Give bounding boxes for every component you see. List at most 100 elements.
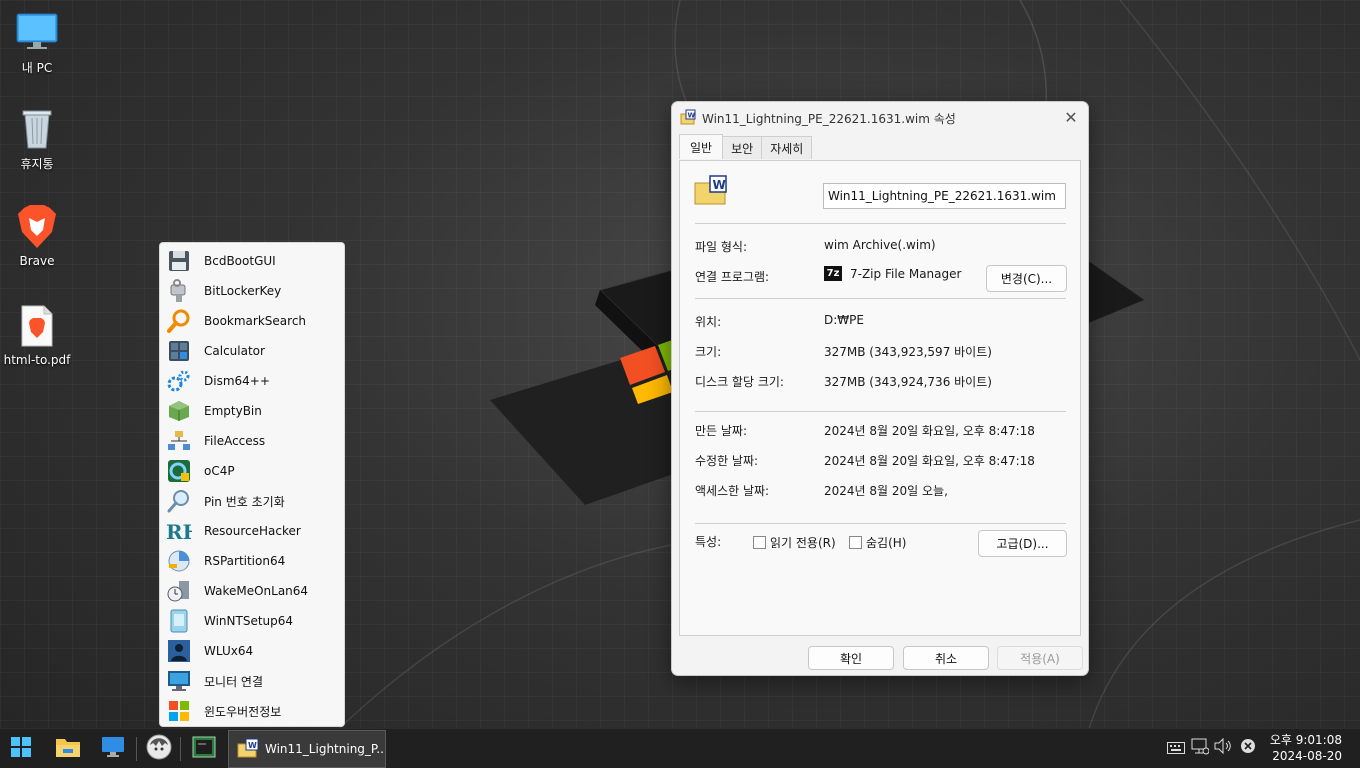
keyboard-tray-button[interactable]: [1167, 739, 1185, 757]
network-tray-button[interactable]: [1191, 737, 1210, 759]
properties-dialog: W Win11_Lightning_PE_22621.1631.wim 속성 ✕…: [671, 101, 1089, 676]
launcher-item-wakemeonlan64[interactable]: WakeMeOnLan64: [160, 576, 344, 606]
gears-icon: [166, 369, 192, 393]
desktop-icon-recycle-bin[interactable]: 휴지통: [0, 106, 74, 172]
network-icon: [1191, 737, 1210, 759]
clock-computer-icon: [166, 579, 192, 603]
close-button[interactable]: ✕: [1060, 106, 1082, 128]
launcher-item-label: WinNTSetup64: [204, 614, 294, 628]
taskbar-task-properties[interactable]: W Win11_Lightning_P...: [228, 730, 386, 768]
folder-icon: [55, 736, 81, 762]
launcher-item-monitor-connect[interactable]: 모니터 연결: [160, 666, 344, 696]
file-name-input[interactable]: [823, 183, 1066, 209]
taskbar-divider: [136, 737, 137, 761]
console-icon: [192, 736, 216, 762]
launcher-item-emptybin[interactable]: EmptyBin: [160, 396, 344, 426]
clock-time: 오후 9:01:08: [1269, 733, 1342, 747]
launcher-item-label: BitLockerKey: [204, 284, 282, 298]
launcher-item-oc4p[interactable]: oC4P: [160, 456, 344, 486]
keyboard-icon: [1167, 739, 1185, 758]
desktop-icon-label: Brave: [19, 254, 55, 268]
separator: [695, 298, 1066, 299]
taskbar-clock[interactable]: 오후 9:01:08 2024-08-20: [1270, 732, 1342, 764]
launcher-item-label: FileAccess: [204, 434, 266, 448]
general-panel: W 파일 형식: wim Archive(.wim) 연결 프로그램: 7z 7…: [679, 160, 1081, 636]
tab-details[interactable]: 자세히: [761, 136, 813, 159]
desktop-icon-html-to-pdf[interactable]: html-to.pdf: [0, 304, 74, 367]
launcher-menu: BcdBootGUI BitLockerKey BookmarkSearch C…: [159, 242, 345, 727]
advanced-button[interactable]: 고급(D)...: [978, 530, 1067, 557]
hidden-label: 숨김(H): [866, 536, 907, 550]
close-icon: ✕: [1064, 107, 1078, 127]
taskbar-divider: [180, 737, 181, 761]
monitor-icon: [15, 10, 59, 54]
user-avatar-button[interactable]: [143, 733, 175, 765]
launcher-item-pin-reset[interactable]: Pin 번호 초기화: [160, 486, 344, 516]
apply-button[interactable]: 적용(A): [997, 646, 1083, 670]
created-label: 만든 날짜:: [695, 424, 748, 438]
anime-avatar-icon: [146, 734, 172, 764]
speaker-icon: [1214, 737, 1232, 758]
launcher-item-bcdbootgui[interactable]: BcdBootGUI: [160, 246, 344, 276]
desktop-icon-label: 내 PC: [21, 61, 53, 75]
launcher-item-label: ResourceHacker: [204, 524, 301, 538]
modified-value: 2024년 8월 20일 화요일, 오후 8:47:18: [824, 454, 1035, 468]
launcher-item-label: Pin 번호 초기화: [204, 494, 285, 509]
readonly-checkbox[interactable]: 읽기 전용(R): [753, 534, 836, 551]
ok-button[interactable]: 확인: [808, 646, 894, 670]
launcher-item-bookmarksearch[interactable]: BookmarkSearch: [160, 306, 344, 336]
taskbar: W Win11_Lightning_P... 오후 9:01:08 2024-0…: [0, 728, 1360, 768]
launcher-item-resourcehacker[interactable]: RH ResourceHacker: [160, 516, 344, 546]
disk-size-value: 327MB (343,924,736 바이트): [824, 375, 992, 389]
pdf-file-icon: [15, 304, 59, 348]
desktop-button[interactable]: [97, 733, 129, 765]
magnifier-icon: [166, 489, 192, 513]
separator: [695, 411, 1066, 412]
seven-zip-icon: 7z: [824, 266, 842, 281]
cancel-button[interactable]: 취소: [903, 646, 989, 670]
svg-text:W: W: [713, 178, 726, 192]
windows-start-icon: [10, 736, 32, 762]
opens-with-label: 연결 프로그램:: [695, 270, 770, 284]
taskbar-task-label: Win11_Lightning_P...: [265, 742, 385, 756]
launcher-item-bitlockerkey[interactable]: BitLockerKey: [160, 276, 344, 306]
opens-with-value: 7z 7-Zip File Manager: [824, 266, 961, 281]
brave-lion-icon: [15, 205, 59, 249]
launcher-item-fileaccess[interactable]: FileAccess: [160, 426, 344, 456]
type-value: wim Archive(.wim): [824, 238, 936, 252]
desktop-icon-brave[interactable]: Brave: [0, 205, 74, 268]
desktop-icon-label: html-to.pdf: [3, 353, 71, 367]
launcher-item-calculator[interactable]: Calculator: [160, 336, 344, 366]
launcher-item-label: oC4P: [204, 464, 235, 478]
recycle-bin-icon: [15, 106, 59, 150]
calculator-icon: [166, 339, 192, 363]
launcher-item-windows-version[interactable]: 윈도우버전정보: [160, 696, 344, 726]
hidden-checkbox[interactable]: 숨김(H): [849, 534, 906, 551]
launcher-item-rspartition64[interactable]: RSPartition64: [160, 546, 344, 576]
launcher-item-wlux64[interactable]: WLUx64: [160, 636, 344, 666]
file-large-icon: W: [694, 175, 728, 208]
magnifier-orange-icon: [166, 309, 192, 333]
separator: [695, 523, 1066, 524]
terminal-button[interactable]: [188, 733, 220, 765]
monitor-connect-icon: [166, 669, 192, 693]
status-tray-button[interactable]: [1239, 739, 1257, 757]
size-label: 크기:: [695, 345, 722, 359]
file-explorer-button[interactable]: [52, 733, 84, 765]
wim-file-icon: W: [680, 109, 696, 128]
floppy-disk-icon: [166, 249, 192, 273]
svg-text:W: W: [688, 112, 696, 120]
clock-date: 2024-08-20: [1272, 749, 1342, 763]
launcher-item-winntsetup64[interactable]: WinNTSetup64: [160, 606, 344, 636]
partition-icon: [166, 549, 192, 573]
change-button[interactable]: 변경(C)...: [986, 265, 1067, 292]
desktop-icon-this-pc[interactable]: 내 PC: [0, 10, 74, 76]
launcher-item-dism64[interactable]: Dism64++: [160, 366, 344, 396]
start-button[interactable]: [5, 733, 37, 765]
tab-security[interactable]: 보안: [722, 136, 763, 159]
accessed-label: 액세스한 날짜:: [695, 484, 770, 498]
volume-tray-button[interactable]: [1214, 737, 1232, 758]
launcher-item-label: 모니터 연결: [204, 674, 264, 689]
size-value: 327MB (343,923,597 바이트): [824, 345, 992, 359]
tab-general[interactable]: 일반: [679, 134, 724, 159]
